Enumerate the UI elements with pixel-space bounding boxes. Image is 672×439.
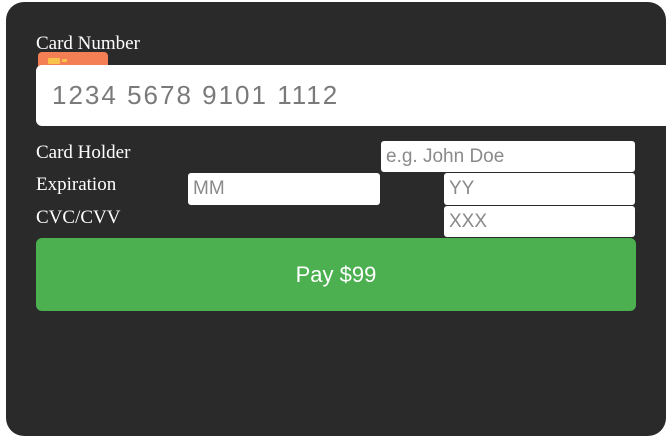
cvc-input[interactable]: XXX [444,206,635,237]
chip-contact-mark [48,58,60,64]
payment-card-panel: Card Number 1234 5678 9101 1112 Card Hol… [6,2,666,436]
expiration-month-input[interactable]: MM [188,173,380,205]
expiration-year-placeholder: YY [449,178,475,199]
expiration-year-input[interactable]: YY [444,173,635,205]
cvc-placeholder: XXX [449,210,488,232]
pay-button[interactable]: Pay $99 [36,238,636,311]
card-holder-label: Card Holder [36,142,131,163]
card-holder-input[interactable]: e.g. John Doe [381,141,635,172]
cvc-label: CVC/CVV [36,207,121,228]
chip-contact-mark-small [62,59,67,62]
expiration-month-placeholder: MM [193,178,225,199]
pay-button-label: Pay $99 [295,261,377,287]
card-number-placeholder: 1234 5678 9101 1112 [52,80,340,110]
card-number-input[interactable]: 1234 5678 9101 1112 [36,65,666,126]
expiration-label: Expiration [36,174,117,195]
card-holder-placeholder: e.g. John Doe [386,145,505,167]
